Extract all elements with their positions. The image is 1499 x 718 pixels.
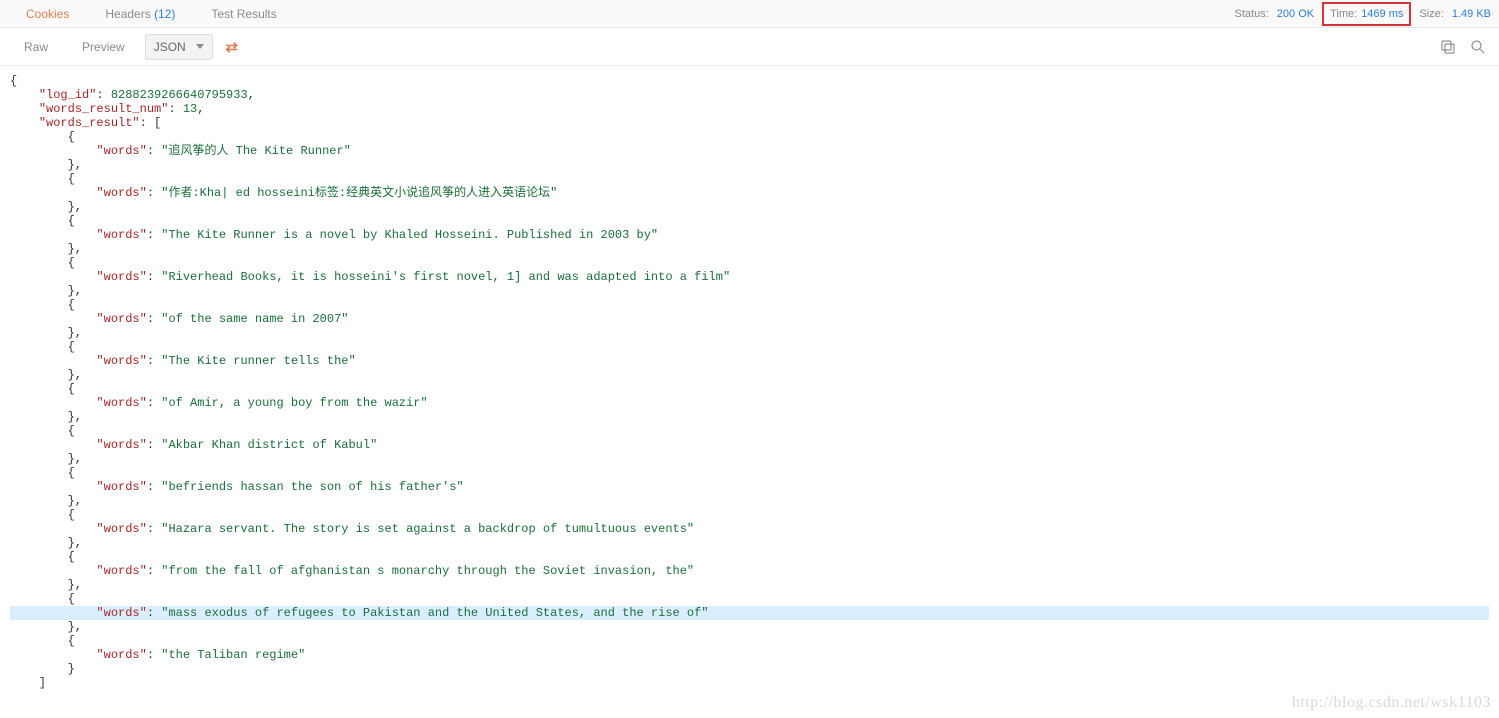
- chevron-down-icon: [196, 44, 204, 49]
- size-value: 1.49 KB: [1452, 0, 1491, 28]
- time-label: Time:: [1330, 0, 1357, 28]
- status-value: 200 OK: [1277, 0, 1314, 28]
- time-value: 1469 ms: [1361, 0, 1403, 28]
- response-body[interactable]: { "log_id": 8288239266640795933, "words_…: [0, 66, 1499, 716]
- tab-test-results[interactable]: Test Results: [193, 0, 294, 28]
- copy-icon[interactable]: [1439, 38, 1457, 56]
- format-select-label: JSON: [154, 35, 186, 59]
- size-label: Size:: [1419, 0, 1443, 28]
- response-status: Status: 200 OK Time: 1469 ms Size: 1.49 …: [1235, 0, 1491, 28]
- tab-cookies[interactable]: Cookies: [8, 0, 87, 28]
- view-raw-button[interactable]: Raw: [10, 34, 62, 60]
- search-icon[interactable]: [1469, 38, 1487, 56]
- format-select[interactable]: JSON: [145, 34, 213, 60]
- status-label: Status:: [1235, 0, 1269, 28]
- tab-headers[interactable]: Headers (12): [87, 0, 193, 28]
- response-toolbar: Raw Preview JSON ⇄: [0, 28, 1499, 66]
- tab-headers-count: (12): [154, 7, 175, 21]
- time-highlight-box: Time: 1469 ms: [1322, 2, 1411, 26]
- toolbar-right: [1439, 28, 1487, 66]
- response-tabs: Cookies Headers (12) Test Results Status…: [0, 0, 1499, 28]
- view-preview-button[interactable]: Preview: [68, 34, 139, 60]
- tab-headers-label: Headers: [105, 7, 150, 21]
- wrap-lines-icon[interactable]: ⇄: [219, 34, 245, 60]
